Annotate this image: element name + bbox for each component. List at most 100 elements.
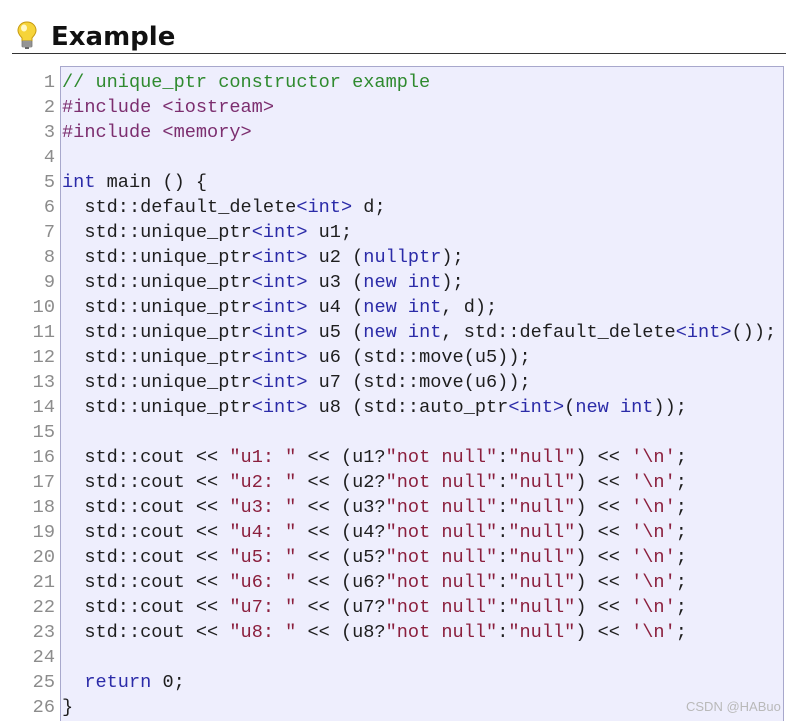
code-line: std::cout << "u4: " << (u4?"not null":"n… (62, 520, 776, 545)
line-number: 24 (32, 647, 55, 668)
code-token: "not null" (385, 622, 498, 643)
watermark: CSDN @HABuo (686, 699, 781, 714)
code-token: "null" (508, 622, 576, 643)
code-token: '\n' (631, 572, 676, 593)
line-number: 25 (32, 672, 55, 693)
code-token: ; (675, 622, 687, 643)
code-line: std::unique_ptr<int> u7 (std::move(u6)); (62, 370, 776, 395)
code-token: ; (675, 572, 687, 593)
code-token: "u5: " (229, 547, 297, 568)
line-number: 4 (43, 147, 55, 168)
line-number: 23 (32, 622, 55, 643)
code-token: "null" (508, 547, 576, 568)
code-token: "null" (508, 597, 576, 618)
line-number: 6 (43, 197, 55, 218)
code-line: std::unique_ptr<int> u2 (nullptr); (62, 245, 776, 270)
code-token: : (497, 497, 509, 518)
line-number: 8 (43, 247, 55, 268)
code-line: std::cout << "u1: " << (u1?"not null":"n… (62, 445, 776, 470)
code-token: std::default_delete (62, 197, 297, 218)
code-token: <int> (251, 247, 308, 268)
code-token: : (497, 597, 509, 618)
code-token: u5 ( (307, 322, 364, 343)
code-token: ; (675, 497, 687, 518)
code-token: "null" (508, 497, 576, 518)
code-token: new int (363, 272, 442, 293)
code-line: // unique_ptr constructor example (62, 70, 776, 95)
line-number: 26 (32, 697, 55, 718)
line-number: 16 (32, 447, 55, 468)
code-token: std::cout << (62, 522, 230, 543)
code-token: ()); (731, 322, 777, 343)
code-token: "not null" (385, 597, 498, 618)
code-token: std::cout << (62, 547, 230, 568)
code-token: std::unique_ptr (62, 397, 252, 418)
code-token: ) << (575, 497, 632, 518)
code-line: return 0; (62, 670, 776, 695)
code-token: "u3: " (229, 497, 297, 518)
line-number: 15 (32, 422, 55, 443)
code-line: std::cout << "u6: " << (u6?"not null":"n… (62, 570, 776, 595)
line-number: 10 (32, 297, 55, 318)
code-token: << (u7? (296, 597, 386, 618)
code-token: std::cout << (62, 597, 230, 618)
code-token: '\n' (631, 447, 676, 468)
line-number: 18 (32, 497, 55, 518)
code-token: ) << (575, 522, 632, 543)
line-number-gutter: 1 2 3 4 5 6 7 8 9 10 11 12 13 14 15 16 17 18 19 20 21 22 23 24 2… (0, 70, 55, 720)
code-line: std::unique_ptr<int> u4 (new int, d); (62, 295, 776, 320)
code-token: ) << (575, 447, 632, 468)
code-token: "not null" (385, 572, 498, 593)
code-token: std::unique_ptr (62, 322, 252, 343)
code-token: std::cout << (62, 622, 230, 643)
code-token: : (497, 547, 509, 568)
code-token: <int> (251, 272, 308, 293)
code-token: '\n' (631, 497, 676, 518)
line-number: 20 (32, 547, 55, 568)
code-token: std::unique_ptr (62, 247, 252, 268)
code-line: std::unique_ptr<int> u5 (new int, std::d… (62, 320, 776, 345)
code-token: "not null" (385, 447, 498, 468)
line-number: 19 (32, 522, 55, 543)
line-number: 22 (32, 597, 55, 618)
code-token: <int> (251, 322, 308, 343)
code-token: std::cout << (62, 572, 230, 593)
code-token: std::unique_ptr (62, 297, 252, 318)
code-token: "not null" (385, 522, 498, 543)
line-number: 3 (43, 122, 55, 143)
code-token: std::cout << (62, 447, 230, 468)
code-token: ; (675, 597, 687, 618)
line-number: 1 (43, 72, 55, 93)
code-token: ( (564, 397, 576, 418)
code-token: d; (352, 197, 386, 218)
code-token: u7 (std::move(u6)); (307, 372, 531, 393)
code-lines: // unique_ptr constructor example #includ… (62, 70, 776, 720)
code-token: ); (441, 247, 464, 268)
code-line: std::unique_ptr<int> u3 (new int); (62, 270, 776, 295)
code-token: '\n' (631, 472, 676, 493)
code-token: "u1: " (229, 447, 297, 468)
code-token: "null" (508, 472, 576, 493)
heading-divider (12, 53, 786, 54)
code-token: ) << (575, 572, 632, 593)
line-number: 17 (32, 472, 55, 493)
code-token: std::cout << (62, 497, 230, 518)
line-number: 14 (32, 397, 55, 418)
code-line: std::unique_ptr<int> u8 (std::auto_ptr<i… (62, 395, 776, 420)
code-token: <int> (296, 197, 353, 218)
code-token: <int> (508, 397, 565, 418)
code-token: "u2: " (229, 472, 297, 493)
code-token: u6 (std::move(u5)); (307, 347, 531, 368)
code-token: << (u5? (296, 547, 386, 568)
code-token: <int> (251, 222, 308, 243)
code-token: // unique_ptr constructor example (62, 72, 431, 93)
code-line: } (62, 695, 776, 720)
code-token: , d); (441, 297, 498, 318)
code-token: ) << (575, 622, 632, 643)
code-token: <int> (675, 322, 732, 343)
code-token: : (497, 522, 509, 543)
code-token: "not null" (385, 547, 498, 568)
code-line: std::cout << "u2: " << (u2?"not null":"n… (62, 470, 776, 495)
code-token: ); (441, 272, 464, 293)
